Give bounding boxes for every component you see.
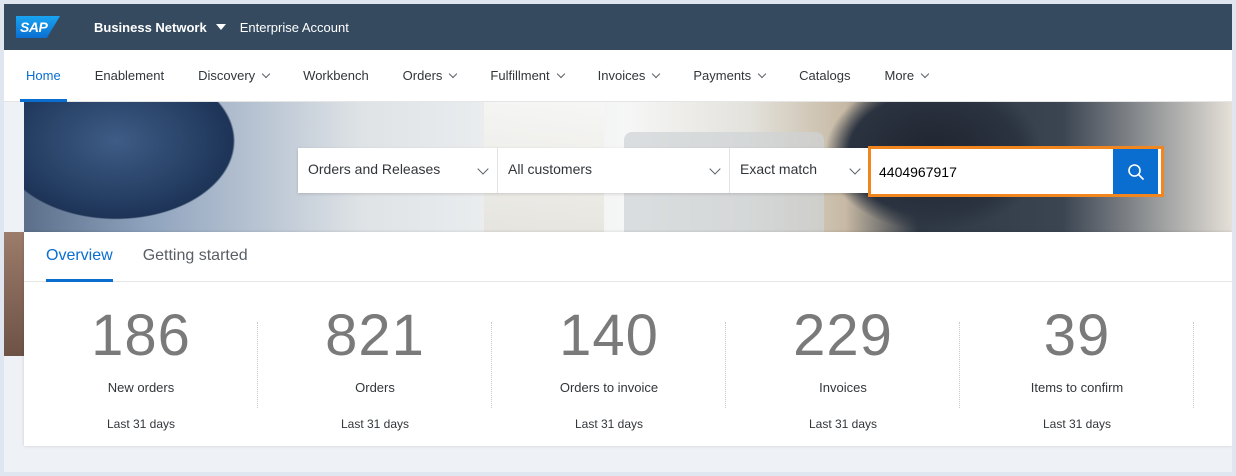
stat-value: 186 <box>91 303 191 368</box>
overview-tabs: Overview Getting started <box>24 232 1232 282</box>
main-nav: Home Enablement Discovery Workbench Orde… <box>4 50 1232 102</box>
app-frame: SAP Business Network Enterprise Account … <box>4 4 1232 472</box>
hero-figure-left <box>24 102 254 232</box>
nav-label: Orders <box>402 68 443 83</box>
document-type-value: Orders and Releases <box>308 160 441 177</box>
sap-logo[interactable]: SAP <box>16 16 60 38</box>
nav-home[interactable]: Home <box>20 50 67 102</box>
stat-label: Orders <box>355 380 395 395</box>
stat-tile-items-to-confirm[interactable]: 39 Items to confirm Last 31 days <box>960 286 1194 436</box>
nav-enablement[interactable]: Enablement <box>95 50 164 102</box>
network-switcher[interactable]: Business Network <box>94 20 226 35</box>
stat-tile-invoices[interactable]: 229 Invoices Last 31 days <box>726 286 960 436</box>
tab-overview[interactable]: Overview <box>46 231 113 282</box>
nav-fulfillment[interactable]: Fulfillment <box>490 50 565 102</box>
stat-value: 229 <box>793 303 893 368</box>
nav-orders[interactable]: Orders <box>402 50 458 102</box>
nav-label: More <box>884 68 915 83</box>
search-filters: Orders and Releases All customers Exact … <box>298 148 870 193</box>
customer-value: All customers <box>508 160 593 177</box>
chevron-down-icon <box>652 69 661 78</box>
tab-getting-started[interactable]: Getting started <box>143 231 248 281</box>
stat-tile-new-orders[interactable]: 186 New orders Last 31 days <box>24 286 258 436</box>
chevron-down-icon <box>920 69 930 78</box>
nav-label: Enablement <box>94 68 165 83</box>
stat-period: Last 31 days <box>106 417 176 431</box>
caret-down-icon <box>215 24 226 30</box>
nav-more[interactable]: More <box>884 50 930 102</box>
customer-select[interactable]: All customers <box>498 148 730 193</box>
nav-label: Discovery <box>198 68 256 83</box>
stat-label: Orders to invoice <box>559 380 659 395</box>
account-type: Enterprise Account <box>239 19 349 35</box>
nav-label: Home <box>26 68 61 83</box>
nav-payments[interactable]: Payments <box>693 50 767 102</box>
stat-period: Last 31 days <box>340 417 410 431</box>
stat-period: Last 31 days <box>1042 417 1112 431</box>
network-title: Business Network <box>94 19 207 35</box>
stat-period: Last 31 days <box>808 417 878 431</box>
nav-catalogs[interactable]: Catalogs <box>799 50 850 102</box>
stat-label: New orders <box>107 380 175 395</box>
nav-label: Catalogs <box>799 68 851 83</box>
chevron-down-icon <box>261 69 271 78</box>
stat-period: Last 31 days <box>574 417 644 431</box>
nav-invoices[interactable]: Invoices <box>597 50 661 102</box>
nav-label: Fulfillment <box>490 68 550 83</box>
nav-label: Invoices <box>597 68 646 83</box>
stat-value: 140 <box>559 303 659 368</box>
search-input[interactable] <box>871 149 1113 194</box>
stat-value: 39 <box>1043 303 1111 368</box>
nav-label: Workbench <box>303 68 369 83</box>
nav-workbench[interactable]: Workbench <box>303 50 369 102</box>
stat-value: 821 <box>325 303 425 368</box>
shell-bar: SAP Business Network Enterprise Account <box>4 4 1232 50</box>
chevron-down-icon <box>757 69 767 78</box>
search-button[interactable] <box>1113 149 1158 194</box>
chevron-down-icon <box>556 69 565 78</box>
search-box-highlighted <box>868 146 1164 197</box>
stat-tile-orders-to-invoice[interactable]: 140 Orders to invoice Last 31 days <box>492 286 726 436</box>
nav-discovery[interactable]: Discovery <box>198 50 271 102</box>
chevron-down-icon <box>849 162 861 175</box>
stats-row: 186 New orders Last 31 days 821 Orders L… <box>24 282 1232 436</box>
overview-card: Overview Getting started 186 New orders … <box>24 232 1232 446</box>
stat-label: Invoices <box>819 380 867 395</box>
search-icon <box>1127 163 1144 180</box>
match-type-select[interactable]: Exact match <box>730 148 870 193</box>
match-type-value: Exact match <box>740 160 818 177</box>
chevron-down-icon <box>709 162 721 175</box>
stat-tile-orders[interactable]: 821 Orders Last 31 days <box>258 286 492 436</box>
document-type-select[interactable]: Orders and Releases <box>298 148 498 193</box>
stat-label: Items to confirm <box>1030 380 1124 395</box>
nav-label: Payments <box>693 68 752 83</box>
chevron-down-icon <box>449 69 458 78</box>
chevron-down-icon <box>477 162 489 175</box>
